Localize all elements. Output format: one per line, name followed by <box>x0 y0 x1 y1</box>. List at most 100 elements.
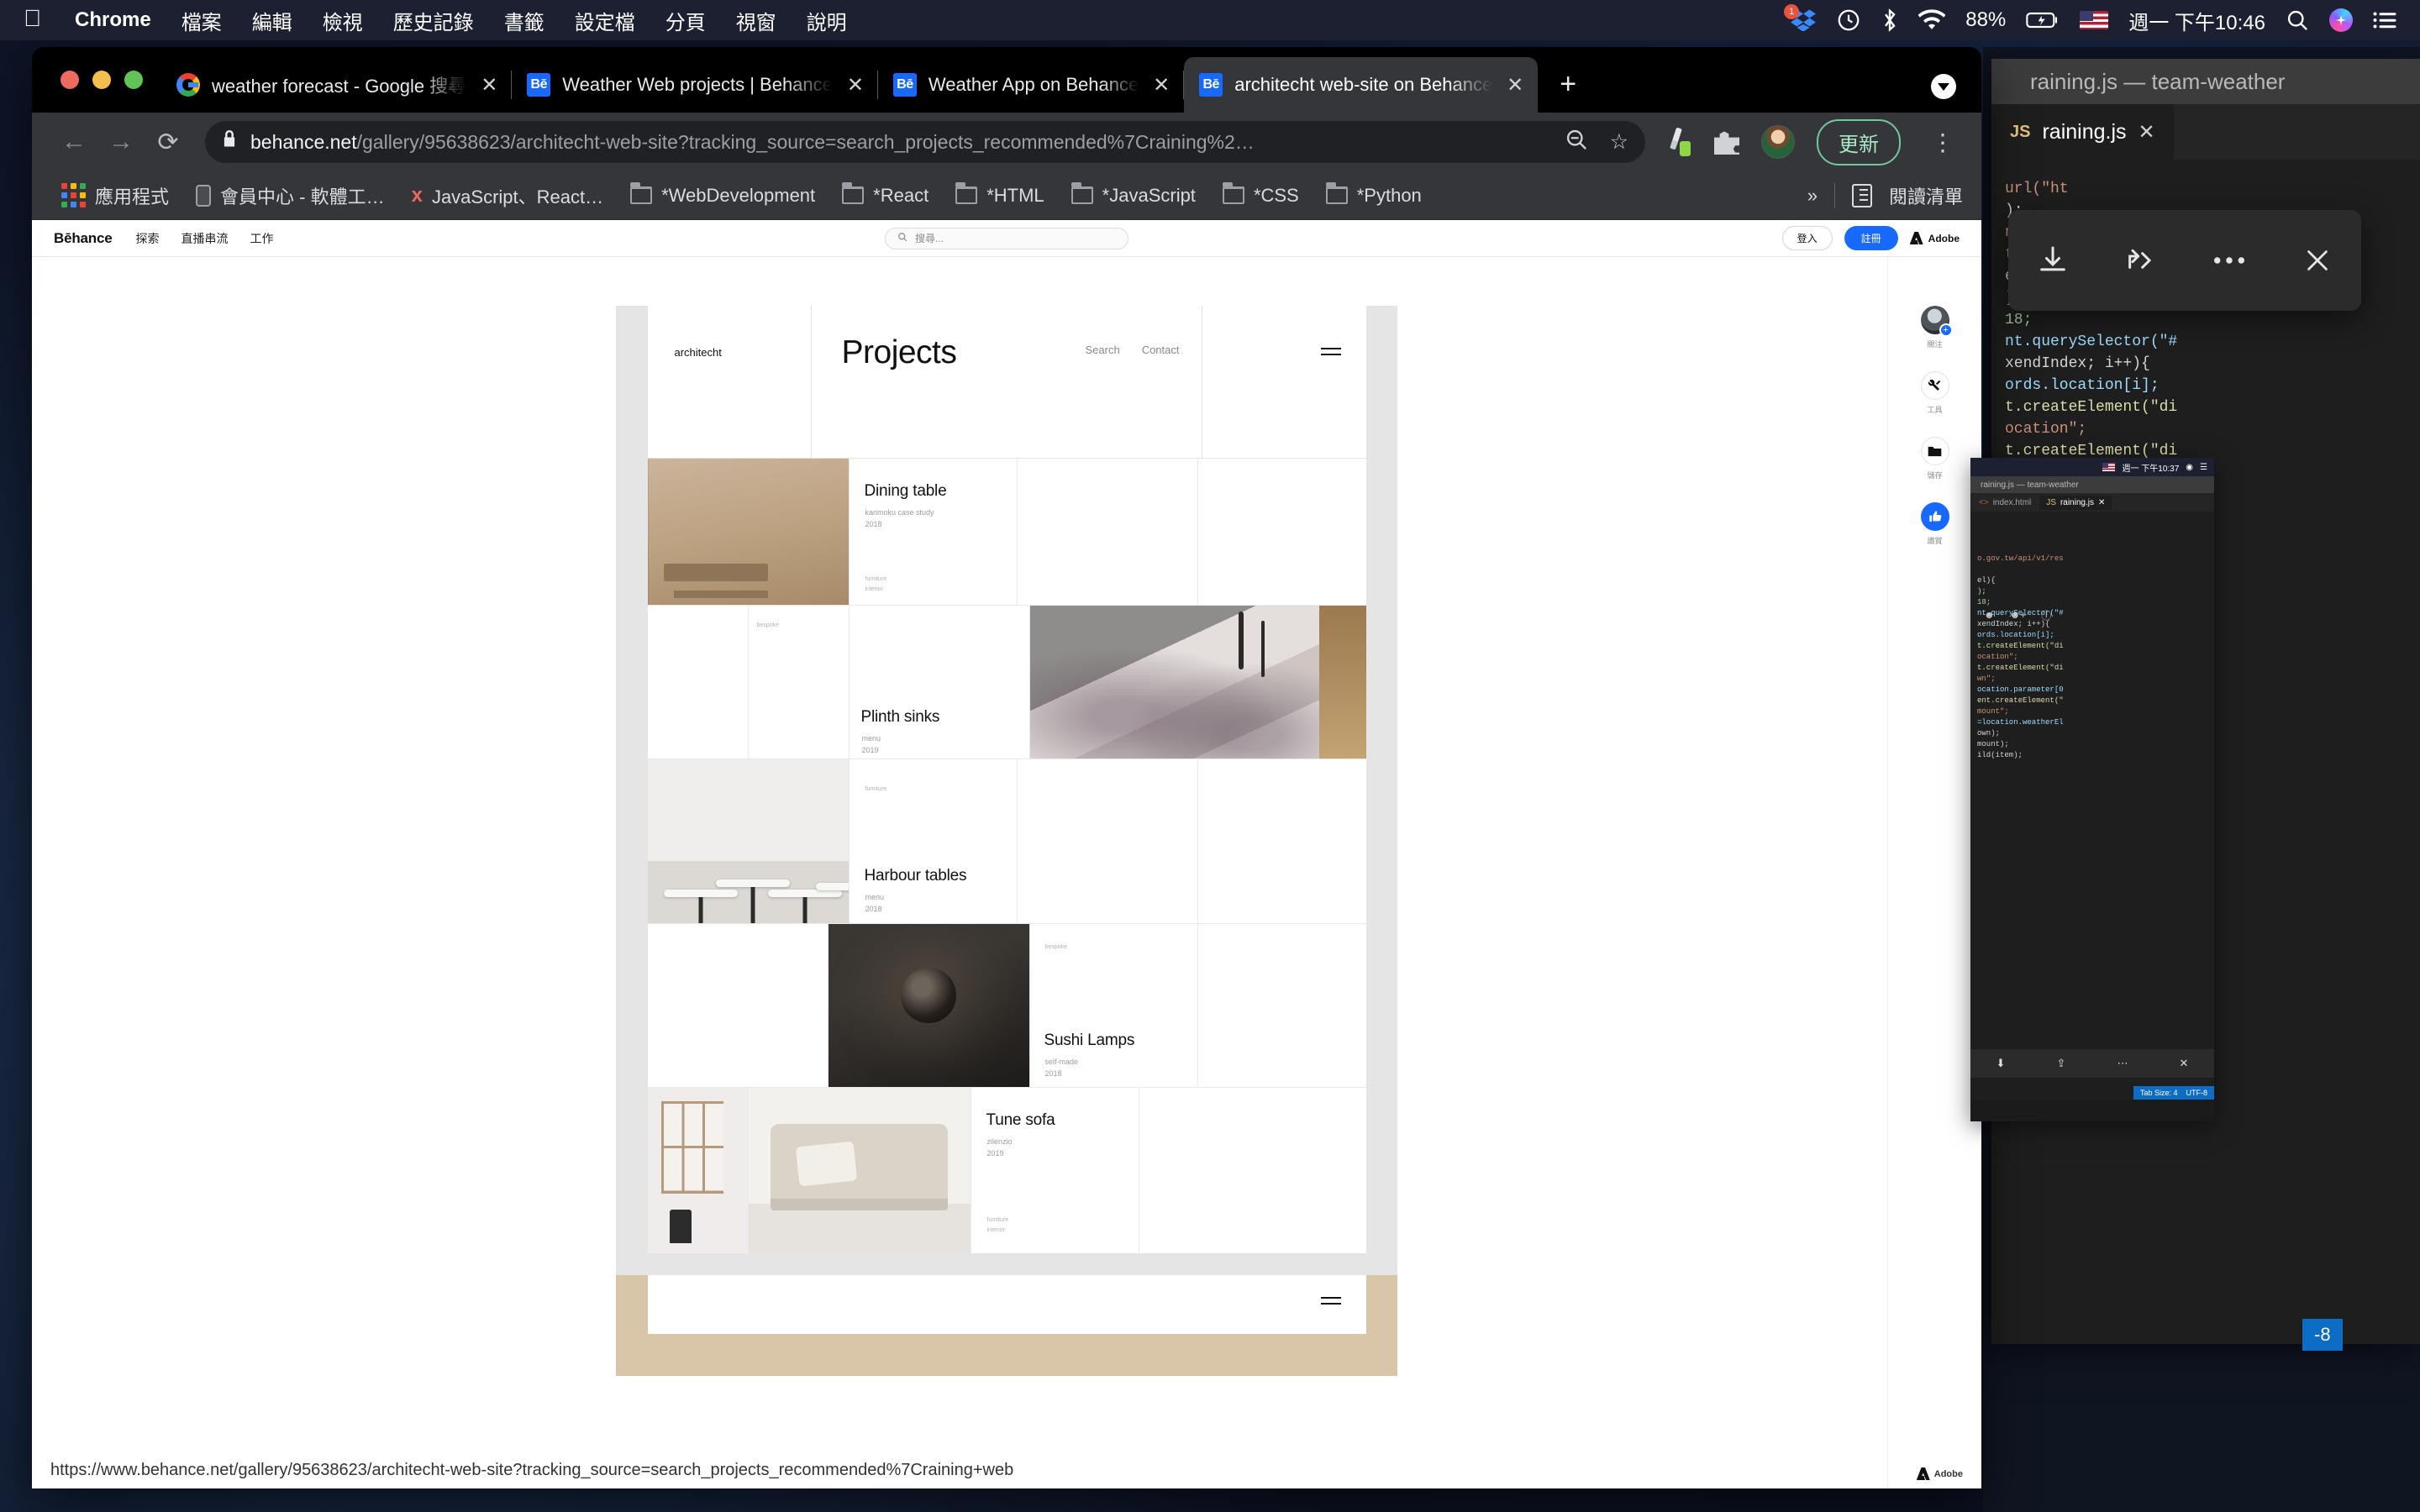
update-button[interactable]: 更新 <box>1817 118 1901 165</box>
project-client: menu <box>861 734 881 743</box>
project-tags: furniture interior <box>865 576 887 592</box>
sign-up-button[interactable]: 註冊 <box>1844 226 1898 250</box>
menu-item-tabs[interactable]: 分頁 <box>650 6 721 35</box>
siri-icon[interactable] <box>2329 8 2353 32</box>
rail-item-save[interactable]: 儲存 <box>1920 437 1949 480</box>
extensions-puzzle-icon[interactable] <box>1714 131 1739 155</box>
rail-item-tools[interactable]: 工具 <box>1920 371 1949 415</box>
tab-close-icon[interactable]: ✕ <box>478 73 500 97</box>
close-icon[interactable] <box>2294 237 2341 284</box>
bookmark-folder-css[interactable]: *CSS <box>1212 180 1310 212</box>
mock-site-brand: architecht <box>674 346 722 359</box>
rail-item-appreciate[interactable]: 讚賞 <box>1920 502 1949 546</box>
behance-nav-explore[interactable]: 探索 <box>135 230 159 247</box>
battery-icon[interactable] <box>2026 11 2060 29</box>
reload-button[interactable]: ⟳ <box>145 128 192 157</box>
maximize-window-button[interactable] <box>124 71 143 89</box>
menu-item-help[interactable]: 說明 <box>792 6 862 35</box>
mini-participant-row: ☻ ☻+ ⓘ <box>1970 604 2214 626</box>
empty-cell <box>1017 759 1198 923</box>
project-row-dining-table: Dining table karimoku case study 2018 fu… <box>647 459 1366 606</box>
bookmark-member-center[interactable]: 會員中心 - 軟體工… <box>185 177 396 214</box>
mini-tab-raining-js[interactable]: JS raining.js ✕ <box>2039 495 2112 510</box>
pencil-extension-icon[interactable] <box>1664 127 1692 156</box>
address-bar[interactable]: behance.net/gallery/95638623/architecht-… <box>205 121 1645 163</box>
bookmark-folder-react[interactable]: *React <box>831 180 939 212</box>
menu-item-edit[interactable]: 編輯 <box>237 6 308 35</box>
tab-search-chevron-down-icon[interactable] <box>1931 74 1956 99</box>
empty-cell <box>647 924 829 1087</box>
menu-item-view[interactable]: 檢視 <box>308 6 378 35</box>
download-icon[interactable] <box>2029 237 2076 284</box>
spotlight-search-icon[interactable] <box>2286 8 2309 32</box>
menu-item-window[interactable]: 視窗 <box>721 6 792 35</box>
zoom-out-icon[interactable] <box>1565 128 1588 157</box>
menu-item-profiles[interactable]: 設定檔 <box>560 6 650 35</box>
bookmark-label: 會員中心 - 軟體工… <box>220 186 385 207</box>
more-icon[interactable] <box>2206 237 2253 284</box>
folder-icon <box>842 182 865 204</box>
photo-wood-interior <box>647 459 849 605</box>
bookmark-apps[interactable]: 應用程式 <box>50 177 180 214</box>
browser-tab-3-active[interactable]: Bē architecht web-site on Behance ✕ <box>1184 57 1539 113</box>
project-tags: bespoke <box>1044 944 1067 950</box>
project-title: Dining table <box>864 482 947 500</box>
bookmark-javascript-react[interactable]: x JavaScript、React… <box>401 177 615 214</box>
project-next-sheet <box>647 1275 1366 1334</box>
minimize-window-button[interactable] <box>92 71 111 89</box>
menu-item-bookmarks[interactable]: 書籤 <box>489 6 560 35</box>
bluetooth-icon[interactable] <box>1881 8 1898 33</box>
forward-button[interactable]: → <box>97 128 145 156</box>
chrome-menu-kebab-icon[interactable]: ⋮ <box>1923 129 1963 156</box>
bookmark-folder-html[interactable]: *HTML <box>944 180 1055 212</box>
menu-item-chrome[interactable]: Chrome <box>60 8 166 32</box>
wifi-icon[interactable] <box>1918 9 1946 31</box>
close-window-button[interactable] <box>60 71 79 89</box>
rail-label: 讚賞 <box>1927 537 1943 545</box>
bookmarks-overflow-button[interactable]: » <box>1807 185 1818 207</box>
vscode-tab-raining-js[interactable]: JS raining.js ✕ <box>1991 104 2174 160</box>
bookmark-label: *Python <box>1356 184 1422 206</box>
bookmarks-bar: 應用程式 會員中心 - 軟體工… x JavaScript、React… *We… <box>32 171 1981 220</box>
bookmark-folder-webdevelopment[interactable]: *WebDevelopment <box>619 180 826 212</box>
project-row-harbour-tables: furniture Harbour tables menu 2018 <box>647 759 1366 924</box>
close-icon[interactable]: ✕ <box>2139 120 2155 144</box>
behance-logo[interactable]: Bēhance <box>54 230 113 247</box>
browser-tab-0[interactable]: weather forecast - Google 搜尋 ✕ <box>161 57 513 113</box>
rail-item-follow[interactable]: + 關注 <box>1920 306 1953 349</box>
dropbox-icon[interactable]: 1 <box>1784 4 1817 31</box>
bookmark-star-icon[interactable]: ☆ <box>1610 129 1628 155</box>
new-tab-button[interactable]: + <box>1538 68 1598 113</box>
close-icon[interactable]: ✕ <box>2098 498 2105 507</box>
browser-tab-1[interactable]: Bē Weather Web projects | Behance ✕ <box>512 57 878 113</box>
bookmark-folder-python[interactable]: *Python <box>1315 180 1433 212</box>
phone-icon <box>196 184 212 207</box>
back-button[interactable]: ← <box>50 128 97 156</box>
project-year: 2019 <box>861 746 879 754</box>
sign-in-button[interactable]: 登入 <box>1781 226 1833 250</box>
menu-item-history[interactable]: 歷史記錄 <box>378 6 489 35</box>
tab-close-icon[interactable]: ✕ <box>1150 73 1172 97</box>
menubar-clock[interactable]: 週一 下午10:46 <box>2128 6 2265 35</box>
reading-list-button[interactable]: 閱讀清單 <box>1889 182 1963 209</box>
project-client: zilenzio <box>986 1137 1013 1146</box>
behance-footer-adobe: Adobe <box>1916 1467 1963 1480</box>
bookmark-folder-javascript[interactable]: *JavaScript <box>1060 180 1207 212</box>
behance-search-box[interactable]: 搜尋... <box>885 227 1128 249</box>
profile-avatar[interactable] <box>1761 125 1795 159</box>
mini-tab-index-html[interactable]: <> index.html <box>1979 498 2031 507</box>
behance-nav-jobs[interactable]: 工作 <box>250 230 273 247</box>
tab-close-icon[interactable]: ✕ <box>1504 73 1526 97</box>
link-status-bar: https://www.behance.net/gallery/95638623… <box>32 1452 1033 1488</box>
input-source-flag-icon[interactable] <box>2080 11 2109 29</box>
share-icon[interactable] <box>2118 237 2165 284</box>
control-center-icon[interactable] <box>2373 10 2398 30</box>
behance-nav-livestream[interactable]: 直播串流 <box>181 230 228 247</box>
time-machine-icon[interactable] <box>1836 8 1861 33</box>
menu-item-file[interactable]: 檔案 <box>166 6 237 35</box>
browser-tab-2[interactable]: Bē Weather App on Behance ✕ <box>878 57 1185 113</box>
apps-grid-icon <box>61 183 86 207</box>
behance-project-body: architecht Projects Search Contact Dinin… <box>32 257 1981 1488</box>
apple-logo-icon[interactable]:  <box>0 7 60 30</box>
tab-close-icon[interactable]: ✕ <box>844 73 866 97</box>
